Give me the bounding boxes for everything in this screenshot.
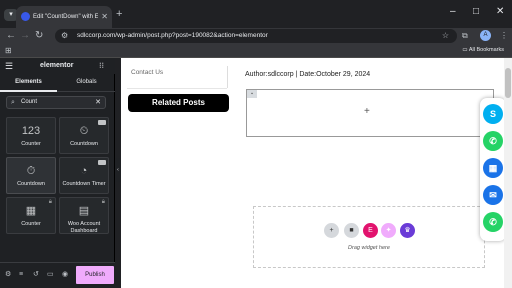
responsive-mode-icon[interactable]: ▭: [47, 270, 54, 280]
empty-column[interactable]: ▪ +: [246, 89, 494, 137]
clear-search-icon[interactable]: ✕: [95, 97, 101, 108]
address-bar[interactable]: ⚙ sdlccorp.com/wp-admin/post.php?post=19…: [55, 29, 457, 43]
tab-globals[interactable]: Globals: [58, 74, 115, 92]
new-tab-button[interactable]: +: [116, 8, 122, 20]
all-bookmarks-link[interactable]: ▭ All Bookmarks: [462, 44, 504, 57]
settings-icon[interactable]: ⚙: [5, 270, 11, 280]
browser-tab[interactable]: Edit "CountDown" with Elementor ✕: [16, 6, 112, 28]
widget-countdown-pro[interactable]: ⏲ Countdown: [59, 117, 109, 154]
site-info-icon[interactable]: ⚙: [61, 29, 68, 43]
browser-tab-strip: ▾ Edit "CountDown" with Elementor ✕ + – …: [0, 0, 512, 28]
tab-elements[interactable]: Elements: [0, 74, 57, 92]
add-template-button[interactable]: ■: [344, 223, 359, 238]
wordpress-favicon-icon: [21, 12, 30, 21]
page-scrollbar[interactable]: [504, 58, 512, 288]
all-bookmarks-label: All Bookmarks: [468, 47, 504, 53]
panel-header: ☰ elementor ⁝⁝: [0, 58, 115, 74]
widget-label: Counter: [21, 141, 41, 147]
search-value[interactable]: Count: [21, 97, 37, 108]
publish-button[interactable]: Publish: [76, 266, 114, 284]
widget-label: Counter: [21, 221, 41, 227]
widget-countdown-timer[interactable]: ◔ Countdown Timer: [59, 157, 109, 194]
elementor-panel: ☰ elementor ⁝⁝ Elements Globals ⌕ Count …: [0, 58, 115, 288]
ai-assistant-icon[interactable]: ✦: [381, 223, 396, 238]
skype-icon[interactable]: S: [483, 104, 503, 124]
hamburger-menu-icon[interactable]: ☰: [5, 60, 13, 72]
countdown-icon: ⏲: [79, 125, 89, 137]
drop-widget-zone[interactable]: + ■ E ✦ ♛ Drag widget here: [253, 206, 485, 268]
widget-counter[interactable]: 123 Counter: [6, 117, 56, 154]
widget-label: Countdown Timer: [62, 181, 106, 187]
counter-icon: ▦: [25, 205, 37, 217]
scrollbar-thumb[interactable]: [505, 68, 511, 98]
widget-label: Countdown: [70, 141, 98, 147]
related-posts-heading[interactable]: Related Posts: [128, 94, 229, 112]
panel-tabs: Elements Globals: [0, 74, 115, 92]
timer-icon: ◔: [80, 165, 88, 177]
search-icon: ⌕: [11, 99, 15, 106]
widget-woo-account-dashboard[interactable]: 🔒︎ ▤ Woo Account Dashboard: [59, 197, 109, 234]
browser-toolbar: ← → ↻ ⚙ sdlccorp.com/wp-admin/post.php?p…: [0, 28, 512, 44]
apps-grid-icon[interactable]: ⊞: [5, 45, 12, 57]
floating-contact-bar: S ✆ ▦ ✉ ✆: [480, 98, 506, 241]
profile-avatar[interactable]: A: [480, 30, 491, 41]
phone-icon[interactable]: ✆: [483, 212, 503, 232]
minimize-button[interactable]: –: [450, 6, 456, 18]
elementskit-icon[interactable]: E: [363, 223, 378, 238]
page-canvas: Contact Us Author:sdlccorp | Date:Octobe…: [121, 58, 504, 288]
author-date-line: Author:sdlccorp | Date:October 29, 2024: [245, 71, 371, 78]
reload-button[interactable]: ↻: [35, 29, 43, 43]
whatsapp-icon[interactable]: ✆: [483, 131, 503, 151]
navigator-icon[interactable]: ≡: [19, 270, 23, 280]
pointer-clock-icon: ⏱: [26, 165, 36, 177]
widget-label: Countdown: [17, 181, 45, 187]
widgets-grid-icon[interactable]: ⁝⁝: [99, 61, 104, 71]
tab-title: Edit "CountDown" with Elementor: [33, 14, 98, 20]
divider: [127, 88, 227, 89]
panel-footer: ⚙ ≡ ↺ ▭ ◉ Publish: [0, 262, 115, 288]
column-divider: [227, 66, 228, 88]
bookmarks-bar: ⊞ ▭ All Bookmarks: [0, 44, 512, 58]
widget-label: Woo Account Dashboard: [67, 221, 101, 234]
elementor-logo: elementor: [40, 62, 74, 69]
contact-us-link[interactable]: Contact Us: [131, 69, 163, 77]
email-icon[interactable]: ✉: [483, 185, 503, 205]
url-text[interactable]: sdlccorp.com/wp-admin/post.php?post=1900…: [77, 29, 268, 43]
account-dashboard-icon: ▤: [78, 205, 90, 217]
widget-search-input[interactable]: ⌕ Count ✕: [6, 96, 106, 109]
back-button[interactable]: ←: [6, 29, 16, 43]
history-icon[interactable]: ↺: [33, 270, 39, 280]
drag-widget-label: Drag widget here: [348, 245, 390, 251]
edit-column-handle[interactable]: ▪: [247, 90, 257, 98]
bookmark-star-icon[interactable]: ☆: [442, 29, 449, 43]
chrome-menu-icon[interactable]: ⋮: [500, 29, 508, 43]
template-kit-icon[interactable]: ♛: [400, 223, 415, 238]
app-window: ▾ Edit "CountDown" with Elementor ✕ + – …: [0, 0, 512, 288]
widget-counter-locked[interactable]: 🔒︎ ▦ Counter: [6, 197, 56, 234]
close-tab-icon[interactable]: ✕: [101, 6, 108, 28]
widget-countdown[interactable]: ⏱ Countdown: [6, 157, 56, 194]
counter-123-icon: 123: [21, 125, 41, 137]
add-section-button[interactable]: +: [324, 223, 339, 238]
preview-icon[interactable]: ◉: [62, 270, 68, 280]
maximize-button[interactable]: □: [473, 6, 479, 18]
calendar-icon[interactable]: ▦: [483, 158, 503, 178]
forward-button[interactable]: →: [20, 29, 30, 43]
add-element-icon[interactable]: +: [364, 107, 370, 117]
extensions-icon[interactable]: ⧉: [462, 29, 468, 43]
close-window-button[interactable]: ✕: [496, 6, 504, 18]
